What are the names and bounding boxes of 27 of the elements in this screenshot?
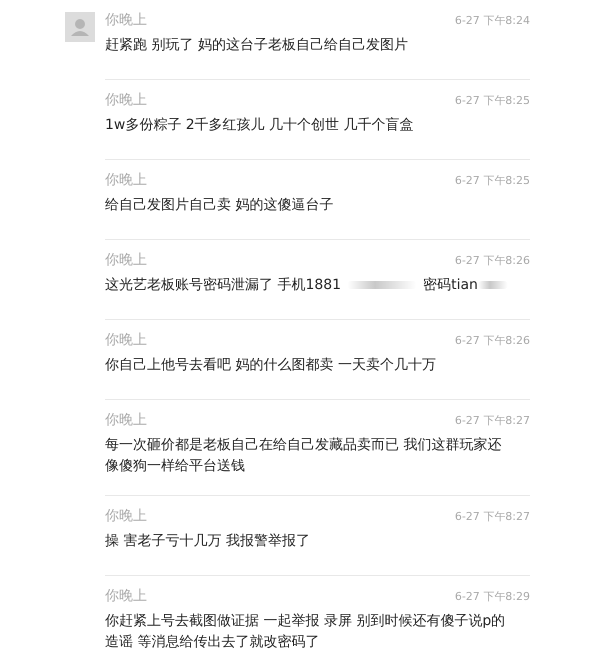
comment-text: 每一次砸价都是老板自己在给自己发藏品卖而已 我们这群玩家还像傻狗一样给平台送钱 — [105, 437, 502, 474]
comment-time: 6-27 下午8:25 — [454, 93, 530, 108]
avatar-icon — [65, 12, 95, 42]
commenter-name: 你晚上 — [105, 11, 147, 29]
commenter-name: 你晚上 — [105, 331, 147, 349]
comment-text: 赶紧跑 别玩了 妈的这台子老板自己给自己发图片 — [105, 37, 408, 53]
commenter-name: 你晚上 — [105, 587, 147, 605]
comment-text: 你自己上他号去看吧 妈的什么图都卖 一天卖个几十万 — [105, 357, 436, 373]
comment-text: 密码tian — [423, 277, 478, 293]
comment-text: 操 害老子亏十几万 我报警举报了 — [105, 533, 310, 549]
comment-time: 6-27 下午8:24 — [454, 13, 530, 28]
commenter-name: 你晚上 — [105, 251, 147, 269]
commenter-name: 你晚上 — [105, 91, 147, 109]
commenter-name: 你晚上 — [105, 507, 147, 525]
comment-time: 6-27 下午8:25 — [454, 173, 530, 188]
comment-text: 1w多份粽子 2千多红孩儿 几十个创世 几千个盲盒 — [105, 117, 414, 133]
comment-time: 6-27 下午8:29 — [454, 589, 530, 604]
comment-text: 这光艺老板账号密码泄漏了 手机1881 — [105, 277, 342, 293]
commenter-name: 你晚上 — [105, 411, 147, 429]
comment-text: 你赶紧上号去截图做证据 一起举报 录屏 别到时候还有傻子说p的造谣 等消息给传出去了就改密码了 — [105, 613, 506, 650]
blurred-redaction — [478, 281, 508, 290]
comment-time: 6-27 下午8:27 — [454, 509, 530, 524]
comment-time: 6-27 下午8:26 — [454, 333, 530, 348]
comment-time: 6-27 下午8:26 — [454, 253, 530, 268]
comment-time: 6-27 下午8:27 — [454, 413, 530, 428]
comment-text: 给自己发图片自己卖 妈的这傻逼台子 — [105, 197, 334, 213]
commenter-name: 你晚上 — [105, 171, 147, 189]
